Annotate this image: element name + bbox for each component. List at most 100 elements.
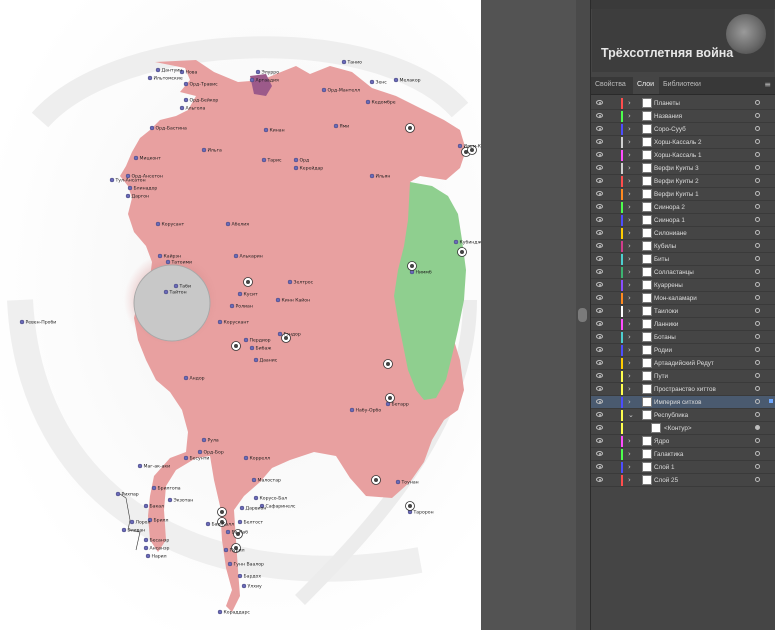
planet-marker[interactable] bbox=[125, 173, 131, 179]
planet-marker[interactable] bbox=[243, 337, 249, 343]
layer-target-circle-icon[interactable] bbox=[755, 126, 760, 131]
planet-marker[interactable] bbox=[333, 123, 339, 129]
planet-marker[interactable] bbox=[237, 573, 243, 579]
layer-target-circle-icon[interactable] bbox=[755, 438, 760, 443]
planet-marker[interactable] bbox=[263, 127, 269, 133]
planet-marker[interactable] bbox=[183, 375, 189, 381]
layer-target-circle-icon[interactable] bbox=[755, 334, 760, 339]
planet-marker[interactable] bbox=[293, 165, 299, 171]
visibility-eye-icon[interactable] bbox=[596, 243, 603, 248]
planet-marker[interactable] bbox=[251, 477, 257, 483]
visibility-eye-icon[interactable] bbox=[596, 191, 603, 196]
visibility-eye-icon[interactable] bbox=[596, 100, 603, 105]
planet-marker[interactable] bbox=[143, 545, 149, 551]
layer-target-circle-icon[interactable] bbox=[755, 139, 760, 144]
layer-row[interactable]: › Родии bbox=[591, 344, 775, 357]
visibility-eye-icon[interactable] bbox=[596, 308, 603, 313]
layer-target-circle-icon[interactable] bbox=[755, 256, 760, 261]
planet-marker[interactable] bbox=[179, 105, 185, 111]
layer-target-circle-icon[interactable] bbox=[755, 230, 760, 235]
layer-row[interactable]: › Ботаны bbox=[591, 331, 775, 344]
layer-row[interactable]: › Пути bbox=[591, 370, 775, 383]
planet-marker[interactable] bbox=[121, 527, 127, 533]
layer-target-circle-icon[interactable] bbox=[755, 412, 760, 417]
layer-target-circle-icon[interactable] bbox=[755, 282, 760, 287]
chevron-right-icon[interactable]: › bbox=[628, 137, 631, 148]
planet-marker[interactable] bbox=[369, 173, 375, 179]
planet-marker[interactable] bbox=[125, 193, 131, 199]
layer-row[interactable]: › Верфи Куиты 3 bbox=[591, 162, 775, 175]
layer-target-circle-icon[interactable] bbox=[755, 152, 760, 157]
planet-marker[interactable] bbox=[217, 319, 223, 325]
layer-target-circle-icon[interactable] bbox=[755, 100, 760, 105]
chevron-right-icon[interactable]: › bbox=[628, 189, 631, 200]
layer-target-circle-icon[interactable] bbox=[755, 243, 760, 248]
planet-marker[interactable] bbox=[237, 291, 243, 297]
chevron-right-icon[interactable]: › bbox=[628, 293, 631, 304]
planet-marker[interactable] bbox=[145, 553, 151, 559]
layer-row[interactable]: › Хорш-Кассаль 2 bbox=[591, 136, 775, 149]
layer-target-circle-icon[interactable] bbox=[755, 347, 760, 352]
layer-target-circle-icon[interactable] bbox=[755, 386, 760, 391]
visibility-eye-icon[interactable] bbox=[596, 139, 603, 144]
chevron-down-icon[interactable]: ⌄ bbox=[628, 410, 634, 421]
visibility-eye-icon[interactable] bbox=[596, 295, 603, 300]
chevron-right-icon[interactable]: › bbox=[628, 384, 631, 395]
planet-marker[interactable] bbox=[249, 345, 255, 351]
chevron-right-icon[interactable]: › bbox=[628, 475, 631, 486]
layer-target-circle-icon[interactable] bbox=[755, 204, 760, 209]
chevron-right-icon[interactable]: › bbox=[628, 111, 631, 122]
tab-properties[interactable]: Свойства bbox=[591, 77, 633, 94]
visibility-eye-icon[interactable] bbox=[596, 412, 603, 417]
layer-row[interactable]: › Верфи Куиты 2 bbox=[591, 175, 775, 188]
planet-marker[interactable] bbox=[253, 357, 259, 363]
layer-target-circle-icon[interactable] bbox=[755, 191, 760, 196]
planet-marker[interactable] bbox=[239, 505, 245, 511]
chevron-right-icon[interactable]: › bbox=[628, 98, 631, 109]
layer-row[interactable]: › Сиинора 1 bbox=[591, 214, 775, 227]
layer-target-circle-icon[interactable] bbox=[755, 269, 760, 274]
planet-marker[interactable] bbox=[365, 99, 371, 105]
planet-marker[interactable] bbox=[217, 609, 223, 615]
chevron-right-icon[interactable]: › bbox=[628, 176, 631, 187]
visibility-eye-icon[interactable] bbox=[596, 178, 603, 183]
planet-marker[interactable] bbox=[349, 407, 355, 413]
layer-row[interactable]: › Кубилы bbox=[591, 240, 775, 253]
chevron-right-icon[interactable]: › bbox=[628, 228, 631, 239]
planet-marker[interactable] bbox=[115, 491, 121, 497]
chevron-right-icon[interactable]: › bbox=[628, 371, 631, 382]
planet-marker[interactable] bbox=[369, 79, 375, 85]
layer-row[interactable]: ⌄ Республика bbox=[591, 409, 775, 422]
layer-target-circle-icon[interactable] bbox=[755, 295, 760, 300]
planet-marker[interactable] bbox=[277, 331, 283, 337]
layer-row[interactable]: › Ланники bbox=[591, 318, 775, 331]
chevron-right-icon[interactable]: › bbox=[628, 319, 631, 330]
planet-marker[interactable] bbox=[223, 547, 229, 553]
visibility-eye-icon[interactable] bbox=[596, 360, 603, 365]
chevron-right-icon[interactable]: › bbox=[628, 449, 631, 460]
layer-row[interactable]: › Пространство хиттов bbox=[591, 383, 775, 396]
layer-row[interactable]: › Слой 25 bbox=[591, 474, 775, 487]
planet-marker[interactable] bbox=[225, 529, 231, 535]
chevron-right-icon[interactable]: › bbox=[628, 124, 631, 135]
layer-row[interactable]: › Империя ситхов bbox=[591, 396, 775, 409]
layer-row[interactable]: › Слой 1 bbox=[591, 461, 775, 474]
layer-row[interactable]: › Названия bbox=[591, 110, 775, 123]
visibility-eye-icon[interactable] bbox=[596, 425, 603, 430]
visibility-eye-icon[interactable] bbox=[596, 230, 603, 235]
layer-target-circle-icon[interactable] bbox=[755, 477, 760, 482]
tab-layers[interactable]: Слои bbox=[633, 77, 659, 94]
planet-marker[interactable] bbox=[151, 485, 157, 491]
artboard[interactable]: Дантуин Нова Ильтомские Орд-Травис Орд-Бейко… bbox=[0, 0, 481, 630]
layer-target-circle-icon[interactable] bbox=[755, 178, 760, 183]
planet-marker[interactable] bbox=[229, 303, 235, 309]
visibility-eye-icon[interactable] bbox=[596, 165, 603, 170]
planet-marker[interactable] bbox=[225, 221, 231, 227]
chevron-right-icon[interactable]: › bbox=[628, 397, 631, 408]
layer-target-circle-icon[interactable] bbox=[755, 113, 760, 118]
planet-marker[interactable] bbox=[395, 479, 401, 485]
planet-marker[interactable] bbox=[201, 437, 207, 443]
layer-target-circle-icon[interactable] bbox=[755, 217, 760, 222]
layer-row[interactable]: › Артаадийский Редут bbox=[591, 357, 775, 370]
layer-row[interactable]: › Силониане bbox=[591, 227, 775, 240]
